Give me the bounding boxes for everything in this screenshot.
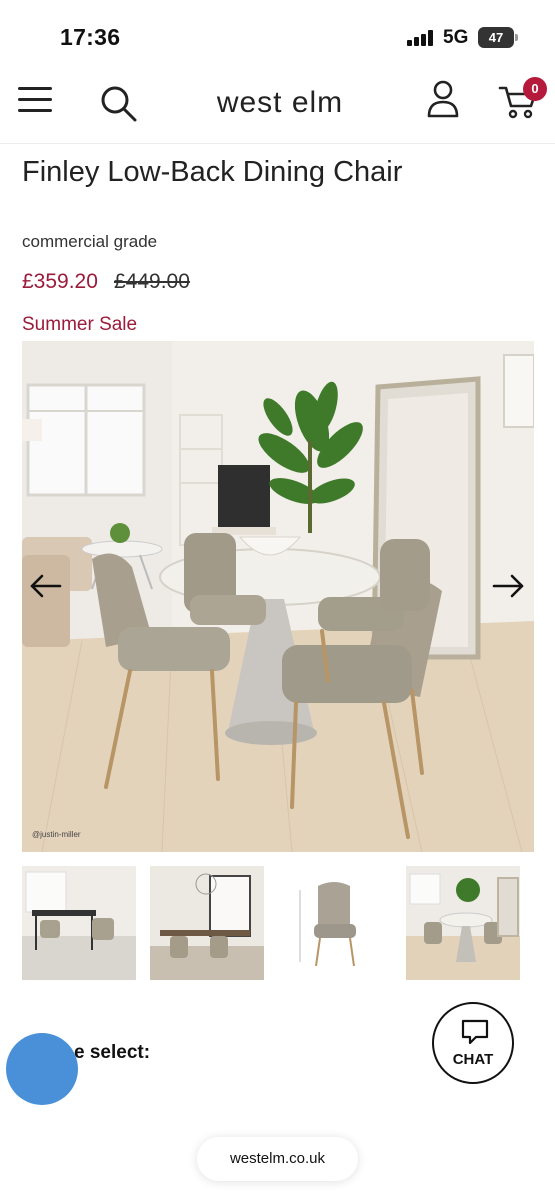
search-icon[interactable] xyxy=(99,84,139,124)
menu-icon[interactable] xyxy=(18,84,54,114)
battery-icon: 47 xyxy=(478,27,514,48)
option-select-label: e select: xyxy=(74,1042,151,1063)
cart-count-badge[interactable]: 0 xyxy=(523,77,547,101)
product-title: Finley Low-Back Dining Chair xyxy=(22,156,403,188)
thumbnail-4[interactable] xyxy=(406,866,520,980)
main-product-image[interactable]: @justin-miller xyxy=(22,341,534,852)
chat-button[interactable]: CHAT xyxy=(432,1002,514,1084)
sale-price: £359.20 xyxy=(22,270,98,293)
network-label: 5G xyxy=(443,27,469,48)
image-credit: @justin-miller xyxy=(32,830,81,839)
status-bar: 17:36 5G 47 xyxy=(0,0,555,72)
previous-image-arrow-icon[interactable] xyxy=(28,568,64,604)
status-time: 17:36 xyxy=(60,24,121,50)
header-divider xyxy=(0,143,555,144)
original-price: £449.00 xyxy=(114,270,190,293)
site-header: west elm xyxy=(0,72,555,134)
brand-logo[interactable]: west elm xyxy=(180,86,380,120)
account-icon[interactable] xyxy=(426,80,460,120)
next-image-arrow-icon[interactable] xyxy=(490,568,526,604)
sale-label: Summer Sale xyxy=(22,314,138,335)
floating-action-button[interactable] xyxy=(6,1033,78,1105)
thumbnail-2[interactable] xyxy=(150,866,264,980)
thumbnail-3[interactable] xyxy=(278,866,392,980)
chat-bubble-icon xyxy=(460,1018,490,1046)
chat-label: CHAT xyxy=(452,1051,494,1068)
signal-icon xyxy=(407,30,435,46)
product-grade: commercial grade xyxy=(22,232,158,251)
browser-url-bar[interactable]: westelm.co.uk xyxy=(197,1137,358,1181)
battery-tip xyxy=(515,34,518,41)
thumbnail-1[interactable] xyxy=(22,866,136,980)
